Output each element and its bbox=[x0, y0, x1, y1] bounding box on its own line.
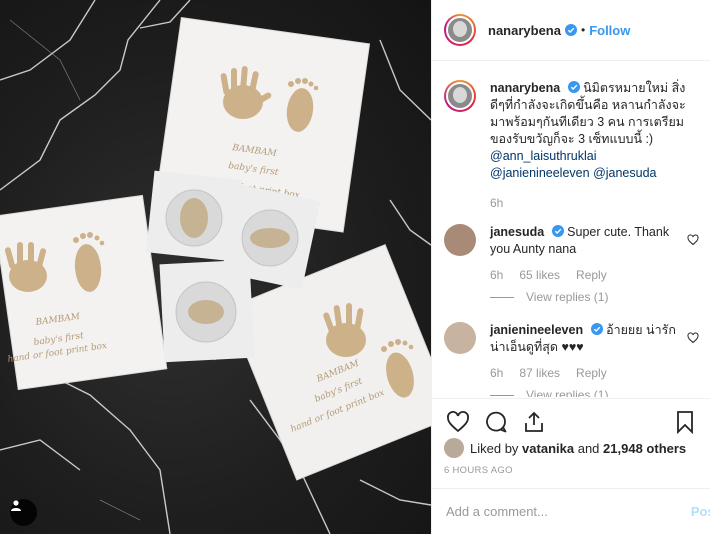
author-avatar[interactable] bbox=[444, 14, 476, 46]
comment-text: janienineeleven อ้ายยย น่ารักน่าเอ็นดูที… bbox=[490, 322, 699, 356]
caption-mention[interactable]: @janienineeleven bbox=[490, 166, 590, 180]
verified-badge-icon bbox=[590, 323, 603, 335]
likes-count[interactable]: 21,948 others bbox=[603, 441, 686, 456]
share-button[interactable] bbox=[520, 408, 548, 436]
liker-avatar[interactable] bbox=[444, 438, 464, 458]
comment-icon bbox=[486, 411, 507, 432]
verified-badge-icon bbox=[567, 81, 580, 93]
caption-meta: 6h bbox=[490, 196, 699, 210]
comment-likes[interactable]: 87 likes bbox=[519, 366, 560, 380]
verified-badge-icon bbox=[564, 24, 577, 36]
caption-mention[interactable]: @ann_laisuthruklai bbox=[490, 149, 597, 163]
liker-username[interactable]: vatanika bbox=[522, 441, 574, 456]
comment-text: janesuda Super cute. Thank you Aunty nan… bbox=[490, 224, 699, 258]
verified-badge-icon bbox=[551, 225, 564, 237]
comment-item: janesuda Super cute. Thank you Aunty nan… bbox=[444, 224, 699, 304]
reply-button[interactable]: Reply bbox=[576, 268, 607, 282]
view-replies-label: View replies (1) bbox=[526, 290, 609, 304]
comment-meta: 6h 65 likes Reply bbox=[490, 268, 699, 282]
reply-button[interactable]: Reply bbox=[576, 366, 607, 380]
caption-time[interactable]: 6h bbox=[490, 196, 503, 210]
replies-line bbox=[490, 296, 514, 298]
add-comment-input[interactable]: Add a comment... bbox=[446, 504, 548, 519]
post-timestamp[interactable]: 6 HOURS AGO bbox=[444, 465, 513, 476]
like-button[interactable] bbox=[444, 408, 472, 436]
commenter-username[interactable]: janienineeleven bbox=[490, 323, 583, 337]
post-sidebar: nanarybena • Follow nanarybena นิมิตรหมา… bbox=[431, 0, 710, 534]
share-icon bbox=[525, 411, 543, 432]
follow-button[interactable]: Follow bbox=[589, 23, 630, 38]
post-actions bbox=[432, 398, 710, 438]
save-button[interactable] bbox=[671, 408, 699, 436]
comment-likes[interactable]: 65 likes bbox=[519, 268, 560, 282]
commenter-username[interactable]: janesuda bbox=[490, 225, 544, 239]
author-username[interactable]: nanarybena bbox=[488, 23, 561, 38]
header-separator: • bbox=[580, 23, 586, 37]
caption-mention[interactable]: @janesuda bbox=[593, 166, 656, 180]
caption-username[interactable]: nanarybena bbox=[490, 81, 560, 95]
commenter-avatar[interactable] bbox=[444, 322, 476, 354]
like-comment-heart-icon[interactable] bbox=[687, 234, 699, 246]
view-replies-button[interactable]: View replies (1) bbox=[490, 290, 699, 304]
caption: nanarybena นิมิตรหมายใหม่ สิ่งดีๆที่กำลั… bbox=[444, 80, 699, 210]
comment-time[interactable]: 6h bbox=[490, 366, 503, 380]
bookmark-icon bbox=[677, 410, 693, 434]
comment-time[interactable]: 6h bbox=[490, 268, 503, 282]
like-comment-heart-icon[interactable] bbox=[687, 332, 699, 344]
replies-line bbox=[490, 394, 514, 396]
likes-prefix: Liked by bbox=[470, 440, 519, 456]
post-comment-button[interactable]: Post bbox=[691, 504, 710, 519]
photo-illustration: BAMBAM baby's first hand or foot print b… bbox=[0, 0, 431, 534]
comment-button[interactable] bbox=[482, 408, 510, 436]
user-tag-icon[interactable] bbox=[10, 499, 37, 526]
post-photo[interactable]: BAMBAM baby's first hand or foot print b… bbox=[0, 0, 431, 534]
view-replies-label: View replies (1) bbox=[526, 388, 609, 397]
post-header: nanarybena • Follow bbox=[432, 0, 710, 61]
caption-text: nanarybena นิมิตรหมายใหม่ สิ่งดีๆที่กำลั… bbox=[490, 80, 699, 182]
add-comment-bar: Add a comment... Post bbox=[432, 488, 710, 534]
view-replies-button[interactable]: View replies (1) bbox=[490, 388, 699, 397]
comment-item: janienineeleven อ้ายยย น่ารักน่าเอ็นดูที… bbox=[444, 322, 699, 397]
likes-summary[interactable]: Liked by vatanika and 21,948 others bbox=[444, 438, 686, 458]
commenter-avatar[interactable] bbox=[444, 224, 476, 256]
comments-list[interactable]: nanarybena นิมิตรหมายใหม่ สิ่งดีๆที่กำลั… bbox=[432, 62, 710, 397]
likes-and: and bbox=[577, 440, 600, 456]
caption-avatar[interactable] bbox=[444, 80, 476, 112]
heart-icon bbox=[447, 410, 469, 432]
comment-meta: 6h 87 likes Reply bbox=[490, 366, 699, 380]
